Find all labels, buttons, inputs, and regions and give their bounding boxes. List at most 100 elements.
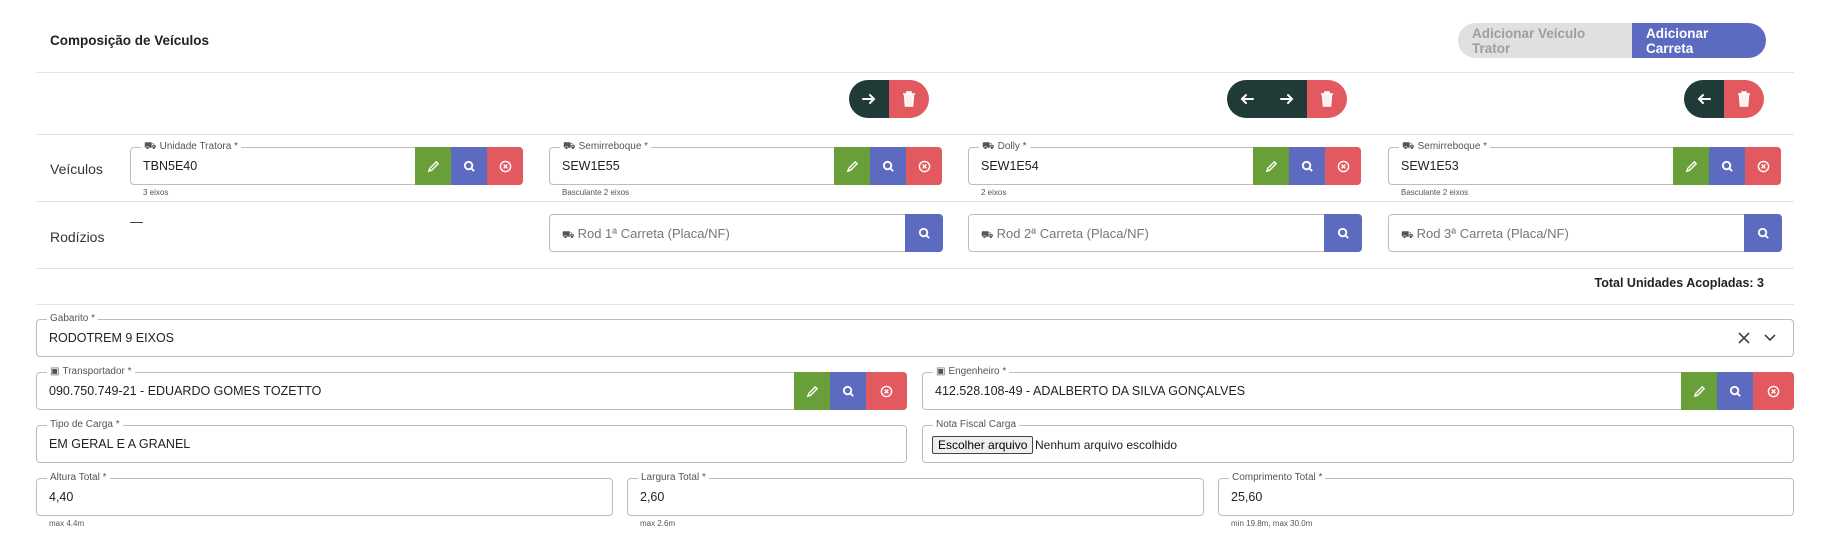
trash-icon bbox=[1738, 91, 1750, 107]
vehicle-plate[interactable]: SEW1E55 bbox=[562, 159, 620, 173]
arrow-left-icon bbox=[1240, 94, 1254, 104]
edit-button[interactable] bbox=[415, 147, 451, 185]
briefcase-icon: ▣ bbox=[936, 366, 946, 377]
engenheiro-value[interactable]: 412.528.108-49 - ADALBERTO DA SILVA GONÇ… bbox=[935, 384, 1245, 398]
altura-value: 4,40 bbox=[49, 490, 74, 504]
rodizio-field-2[interactable]: ⛟ Rod 2ª Carreta (Placa/NF) bbox=[968, 214, 1362, 252]
add-tractor-button[interactable]: Adicionar Veículo Trator bbox=[1458, 23, 1632, 58]
add-trailer-button[interactable]: Adicionar Carreta bbox=[1632, 23, 1766, 58]
clear-button[interactable] bbox=[1745, 147, 1781, 185]
clear-button[interactable] bbox=[1325, 147, 1361, 185]
search-button[interactable] bbox=[830, 372, 866, 410]
vehicle-plate[interactable]: SEW1E53 bbox=[1401, 159, 1459, 173]
close-circle-icon bbox=[1767, 385, 1780, 397]
clear-button[interactable] bbox=[487, 147, 523, 185]
search-icon bbox=[1301, 160, 1313, 172]
trailer-icon: ⛟ bbox=[1402, 141, 1415, 152]
page-title: Composição de Veículos bbox=[50, 33, 210, 48]
search-button[interactable] bbox=[1324, 214, 1362, 252]
move-left-button[interactable] bbox=[1684, 80, 1724, 118]
search-button[interactable] bbox=[1744, 214, 1782, 252]
rodizio-placeholder: Rod 1ª Carreta (Placa/NF) bbox=[577, 226, 730, 241]
search-button[interactable] bbox=[451, 147, 487, 185]
choose-file-button[interactable]: Escolher arquivo bbox=[932, 436, 1034, 454]
pencil-icon bbox=[1693, 385, 1705, 397]
close-circle-icon bbox=[880, 385, 893, 397]
vehicle-field-semirreboque-1: ⛟ Semirreboque * SEW1E55 Basculante 2 eix… bbox=[549, 140, 942, 197]
gabarito-value: RODOTREM 9 EIXOS bbox=[49, 331, 175, 345]
trailer-icon: ⛟ bbox=[563, 141, 576, 152]
gabarito-select[interactable]: Gabarito * RODOTREM 9 EIXOS bbox=[36, 312, 1794, 357]
delete-button[interactable] bbox=[1307, 80, 1347, 118]
divider bbox=[36, 72, 1794, 73]
move-left-button[interactable] bbox=[1227, 80, 1267, 118]
field-label: Largura Total * bbox=[638, 471, 709, 484]
vehicle-plate[interactable]: SEW1E54 bbox=[981, 159, 1039, 173]
search-icon bbox=[1729, 385, 1741, 397]
comprimento-hint: min 19.8m, max 30.0m bbox=[1231, 519, 1313, 528]
transportador-value[interactable]: 090.750.749-21 - EDUARDO GOMES TOZETTO bbox=[49, 384, 321, 398]
arrow-left-icon bbox=[1697, 94, 1711, 104]
rodizio-field-3[interactable]: ⛟ Rod 3ª Carreta (Placa/NF) bbox=[1388, 214, 1782, 252]
total-units: Total Unidades Acopladas: 3 bbox=[1594, 276, 1764, 290]
field-label: Altura Total * bbox=[47, 471, 110, 484]
move-right-button[interactable] bbox=[1267, 80, 1307, 118]
clear-icon[interactable] bbox=[1737, 331, 1751, 345]
trash-icon bbox=[903, 91, 915, 107]
field-label: Engenheiro * bbox=[948, 366, 1007, 377]
search-button[interactable] bbox=[1709, 147, 1745, 185]
search-button[interactable] bbox=[870, 147, 906, 185]
edit-button[interactable] bbox=[834, 147, 870, 185]
search-icon bbox=[918, 227, 930, 239]
clear-button[interactable] bbox=[866, 372, 907, 410]
edit-button[interactable] bbox=[1673, 147, 1709, 185]
move-right-button[interactable] bbox=[849, 80, 889, 118]
rodizio-field-1[interactable]: ⛟ Rod 1ª Carreta (Placa/NF) bbox=[549, 214, 943, 252]
divider bbox=[36, 304, 1794, 305]
close-circle-icon bbox=[499, 160, 511, 172]
edit-button[interactable] bbox=[1253, 147, 1289, 185]
vehicle-hint: 3 eixos bbox=[143, 188, 169, 197]
delete-button[interactable] bbox=[1724, 80, 1764, 118]
comprimento-value: 25,60 bbox=[1231, 490, 1263, 504]
search-icon bbox=[1337, 227, 1349, 239]
clear-button[interactable] bbox=[906, 147, 942, 185]
edit-button[interactable] bbox=[1681, 372, 1717, 410]
field-label: Nota Fiscal Carga bbox=[933, 418, 1020, 431]
divider bbox=[36, 201, 1794, 202]
vehicle-hint: Basculante 2 eixos bbox=[562, 188, 630, 197]
arrow-right-icon bbox=[862, 94, 876, 104]
pencil-icon bbox=[1265, 160, 1277, 172]
briefcase-icon: ▣ bbox=[50, 366, 60, 377]
clear-button[interactable] bbox=[1753, 372, 1794, 410]
divider bbox=[36, 134, 1794, 135]
truck-icon: ⛟ bbox=[144, 141, 157, 152]
unit-2-controls bbox=[1227, 80, 1347, 118]
divider bbox=[36, 268, 1794, 269]
largura-field[interactable]: Largura Total * 2,60 max 2.6m bbox=[627, 471, 1204, 528]
vehicle-field-semirreboque-2: ⛟ Semirreboque * SEW1E53 Basculante 2 eix… bbox=[1388, 140, 1781, 197]
comprimento-field[interactable]: Comprimento Total * 25,60 min 19.8m, max… bbox=[1218, 471, 1794, 528]
edit-button[interactable] bbox=[794, 372, 830, 410]
engenheiro-field: ▣ Engenheiro * 412.528.108-49 - ADALBERTO… bbox=[922, 365, 1794, 410]
delete-button[interactable] bbox=[889, 80, 929, 118]
field-label: Tipo de Carga * bbox=[47, 418, 123, 431]
unit-3-controls bbox=[1684, 80, 1764, 118]
search-button[interactable] bbox=[905, 214, 943, 252]
unit-1-controls bbox=[849, 80, 929, 118]
rodizio-placeholder: Rod 2ª Carreta (Placa/NF) bbox=[996, 226, 1149, 241]
tipo-carga-field[interactable]: Tipo de Carga * EM GERAL E A GRANEL bbox=[36, 418, 907, 463]
chevron-down-icon[interactable] bbox=[1763, 332, 1777, 344]
search-button[interactable] bbox=[1289, 147, 1325, 185]
rodizios-label: Rodízios bbox=[50, 229, 105, 245]
vehicle-hint: Basculante 2 eixos bbox=[1401, 188, 1469, 197]
file-status: Nenhum arquivo escolhido bbox=[1035, 438, 1178, 452]
field-label: Dolly * bbox=[997, 141, 1027, 152]
altura-field[interactable]: Altura Total * 4,40 max 4.4m bbox=[36, 471, 613, 528]
search-button[interactable] bbox=[1717, 372, 1753, 410]
field-label: Semirreboque * bbox=[578, 141, 649, 152]
vehicle-plate[interactable]: TBN5E40 bbox=[143, 159, 197, 173]
pencil-icon bbox=[427, 160, 439, 172]
vehicles-label: Veículos bbox=[50, 161, 103, 177]
pencil-icon bbox=[806, 385, 818, 397]
